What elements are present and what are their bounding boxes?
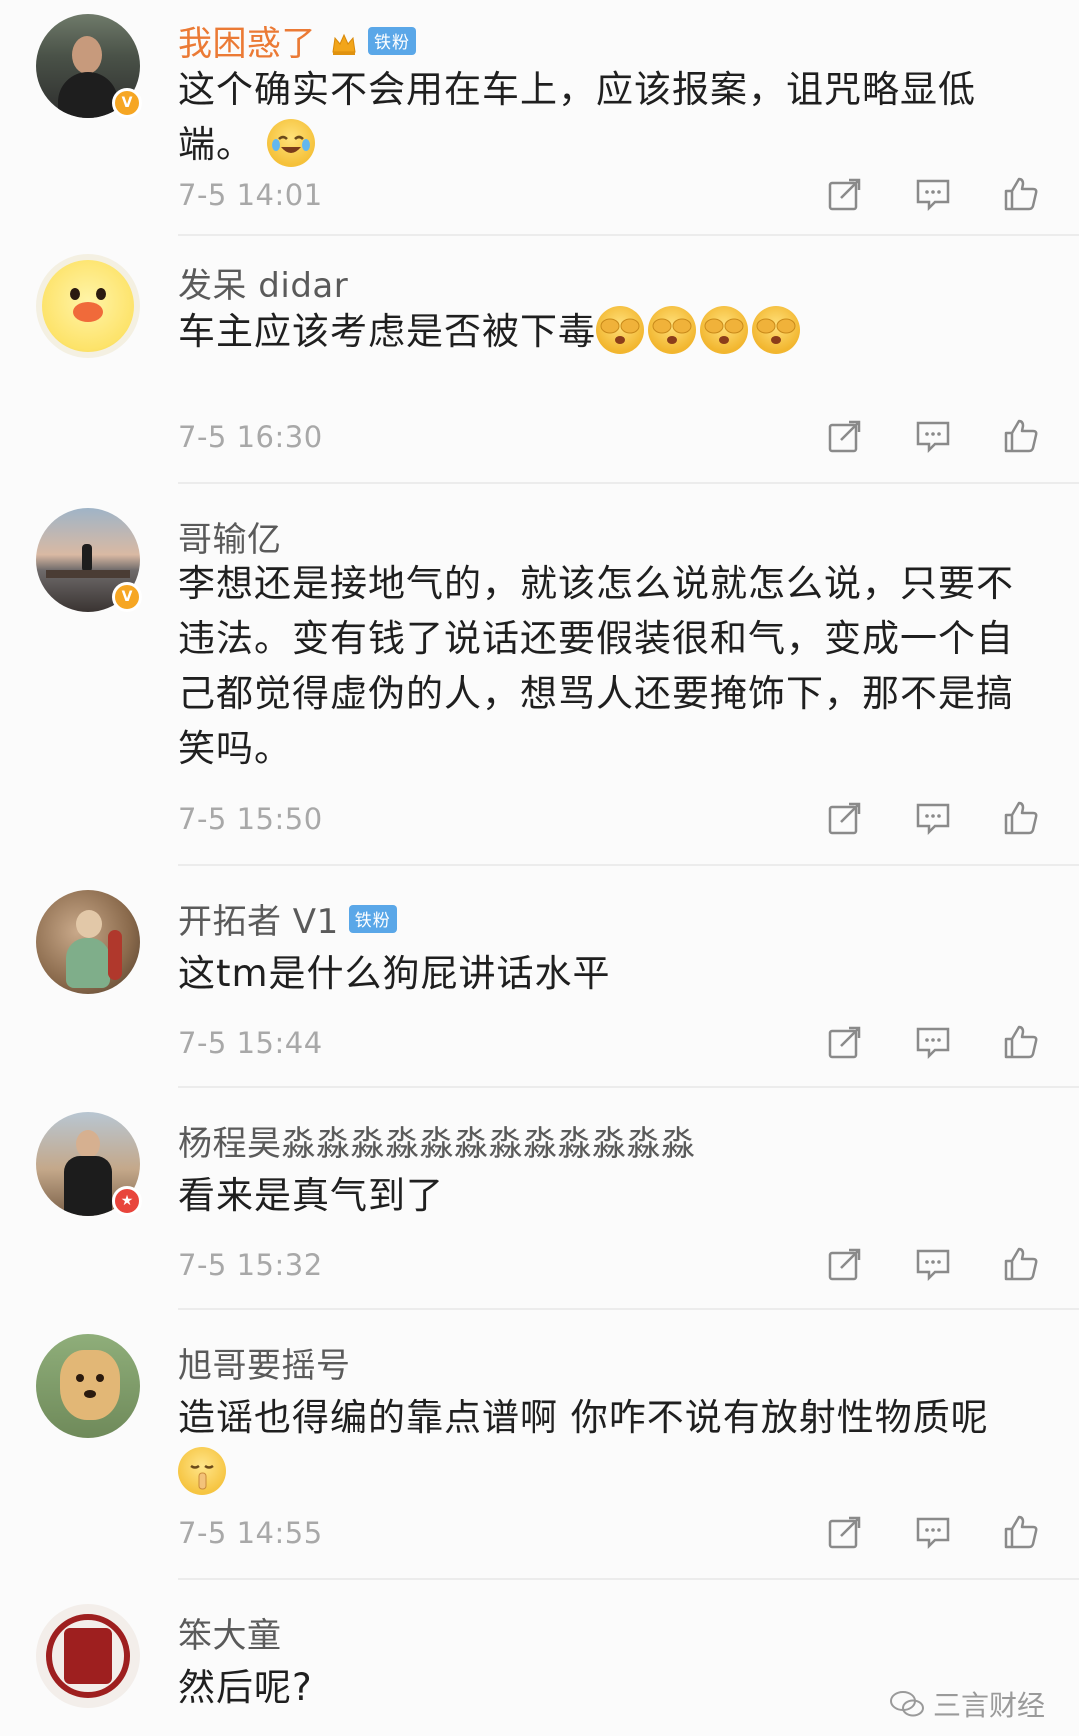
timestamp: 7-5 15:50 (178, 802, 323, 836)
avatar[interactable] (36, 1334, 140, 1438)
username-text: 我困惑了 (178, 24, 316, 64)
username[interactable]: 哥输亿 (178, 512, 282, 561)
verified-badge-icon: V (112, 88, 142, 118)
comment-icon[interactable] (915, 418, 951, 454)
username[interactable]: 笨大童 (178, 1608, 282, 1657)
username-text: 笨大童 (178, 1616, 282, 1656)
comment-text: 看来是真气到了 (178, 1168, 1038, 1223)
timestamp: 7-5 14:55 (178, 1516, 323, 1550)
avatar[interactable] (36, 254, 140, 358)
avatar[interactable]: ★ (36, 1112, 142, 1216)
comment-actions (827, 1514, 1039, 1550)
cover-face-emoji-icon (596, 306, 644, 354)
timestamp: 7-5 16:30 (178, 420, 323, 454)
comment-text: 这个确实不会用在车上，应该报案，诅咒略显低端。 (178, 62, 1038, 172)
comment-text-content: 这tm是什么狗屁讲话水平 (178, 952, 611, 995)
comment-text-content: 造谣也得编的靠点谱啊 你咋不说有放射性物质呢 (178, 1396, 989, 1439)
avatar[interactable] (36, 890, 140, 994)
timestamp: 7-5 14:01 (178, 178, 323, 212)
username[interactable]: 开拓者 V1 铁粉 (178, 894, 397, 943)
comment-text: 造谣也得编的靠点谱啊 你咋不说有放射性物质呢 (178, 1390, 1038, 1500)
crown-icon (330, 27, 358, 55)
username-text: 发呆 didar (178, 266, 349, 306)
comment-actions (827, 418, 1039, 454)
thumbs-up-icon[interactable] (1003, 800, 1039, 836)
watermark-text: 三言财经 (932, 1689, 1045, 1722)
avatar[interactable] (36, 1604, 140, 1708)
comment-text: 车主应该考虑是否被下毒 (178, 304, 1038, 359)
share-icon[interactable] (827, 1246, 863, 1282)
wechat-icon (889, 1691, 924, 1717)
username-text: 旭哥要摇号 (178, 1346, 351, 1386)
divider (178, 1578, 1079, 1580)
comment-icon[interactable] (915, 176, 951, 212)
cover-face-emoji-icon (648, 306, 696, 354)
share-icon[interactable] (827, 1514, 863, 1550)
verified-badge-icon: ★ (112, 1186, 142, 1216)
username[interactable]: 旭哥要摇号 (178, 1338, 351, 1387)
comment-icon[interactable] (915, 1246, 951, 1282)
thumbs-up-icon[interactable] (1003, 176, 1039, 212)
share-icon[interactable] (827, 1024, 863, 1060)
divider (178, 482, 1079, 484)
comment-text-content: 看来是真气到了 (178, 1174, 444, 1217)
comment-icon[interactable] (915, 800, 951, 836)
comment-actions (827, 800, 1039, 836)
divider (178, 864, 1079, 866)
username-text: 杨程昊淼淼淼淼淼淼淼淼淼淼淼淼 (178, 1124, 696, 1164)
shush-emoji-icon (178, 1447, 226, 1495)
comment-actions (827, 1246, 1039, 1282)
comment-actions (827, 1024, 1039, 1060)
thumbs-up-icon[interactable] (1003, 1024, 1039, 1060)
divider (178, 234, 1079, 236)
avatar[interactable]: V (36, 508, 142, 612)
avatar[interactable]: V (36, 14, 142, 118)
cover-face-emoji-icon (752, 306, 800, 354)
thumbs-up-icon[interactable] (1003, 418, 1039, 454)
comment-text: 李想还是接地气的，就该怎么说就怎么说，只要不违法。变有钱了说话还要假装很和气，变… (178, 556, 1038, 776)
comment-icon[interactable] (915, 1514, 951, 1550)
thumbs-up-icon[interactable] (1003, 1514, 1039, 1550)
username[interactable]: 杨程昊淼淼淼淼淼淼淼淼淼淼淼淼 (178, 1116, 696, 1165)
comment-text: 这tm是什么狗屁讲话水平 (178, 946, 1038, 1001)
share-icon[interactable] (827, 800, 863, 836)
divider (178, 1308, 1079, 1310)
verified-badge-icon: V (112, 582, 142, 612)
fan-tag: 铁粉 (348, 904, 397, 933)
timestamp: 7-5 15:44 (178, 1026, 323, 1060)
divider (178, 1086, 1079, 1088)
username-text: 开拓者 V1 (178, 902, 339, 942)
thumbs-up-icon[interactable] (1003, 1246, 1039, 1282)
username-text: 哥输亿 (178, 520, 282, 560)
laugh-cry-emoji-icon (266, 119, 315, 167)
timestamp: 7-5 15:32 (178, 1248, 323, 1282)
share-icon[interactable] (827, 176, 863, 212)
comment-text-content: 李想还是接地气的，就该怎么说就怎么说，只要不违法。变有钱了说话还要假装很和气，变… (178, 562, 1014, 770)
comment-text-content: 然后呢? (178, 1666, 313, 1709)
comment-text-content: 车主应该考虑是否被下毒 (178, 310, 596, 353)
cover-face-emoji-icon (700, 306, 748, 354)
username[interactable]: 我困惑了 铁粉 (178, 16, 416, 65)
fan-tag: 铁粉 (368, 26, 416, 55)
comment-actions (827, 176, 1039, 212)
username[interactable]: 发呆 didar (178, 258, 348, 307)
watermark: 三言财经 (889, 1684, 1045, 1724)
share-icon[interactable] (827, 418, 863, 454)
comment-icon[interactable] (915, 1024, 951, 1060)
